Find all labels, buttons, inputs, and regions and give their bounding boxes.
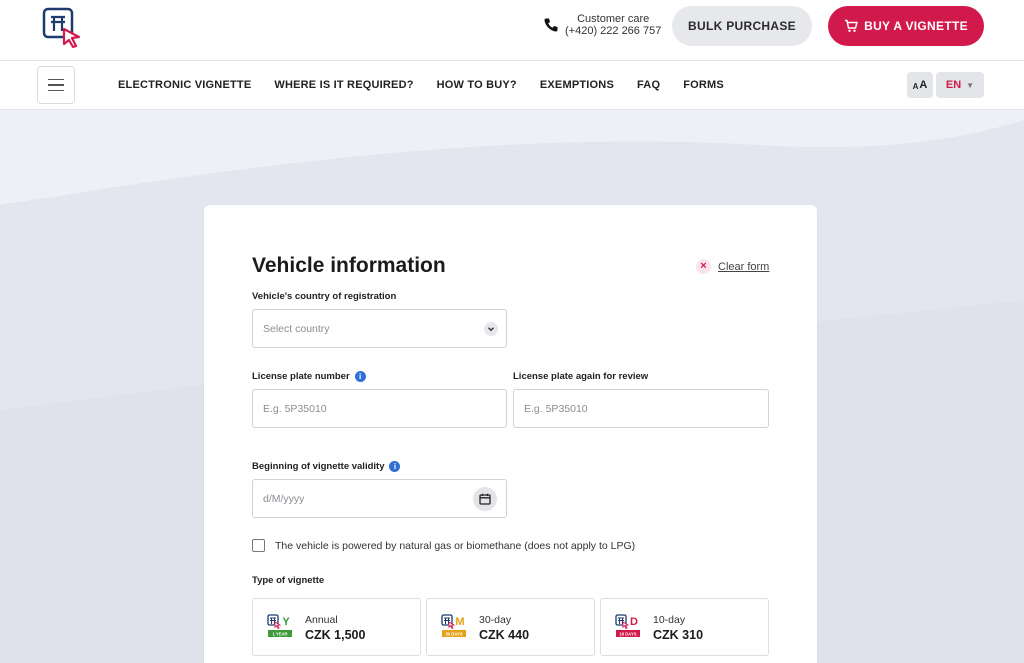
vignette-month-icon: M 30 DAYS xyxy=(441,614,466,637)
gas-checkbox-label: The vehicle is powered by natural gas or… xyxy=(275,539,636,552)
plate-field[interactable] xyxy=(252,389,507,428)
nav-forms[interactable]: FORMS xyxy=(683,79,724,91)
vignette-name: 30-day xyxy=(479,614,512,626)
vignette-day-icon: D 10 DAYS xyxy=(615,614,640,637)
plate-again-field[interactable] xyxy=(513,389,769,428)
gas-checkbox-row[interactable]: The vehicle is powered by natural gas or… xyxy=(252,539,635,552)
plate-again-input[interactable] xyxy=(524,402,768,415)
customer-care[interactable]: Customer care (+420) 222 266 757 xyxy=(543,13,661,37)
vignette-letter: D xyxy=(630,616,638,628)
vignette-price: CZK 440 xyxy=(479,628,530,642)
vignette-type-label-text: Type of vignette xyxy=(252,575,325,586)
plate-again-label-text: License plate again for review xyxy=(513,371,649,382)
plate-label: License plate number i xyxy=(252,371,366,382)
cart-icon xyxy=(845,19,858,32)
vignette-price: CZK 310 xyxy=(653,628,704,642)
form-title: Vehicle information xyxy=(252,254,446,277)
hamburger-icon-line xyxy=(48,78,64,81)
vignette-name: 10-day xyxy=(653,614,686,626)
info-icon[interactable]: i xyxy=(354,371,366,382)
nav-where-required[interactable]: WHERE IS IT REQUIRED? xyxy=(274,79,413,91)
clear-form-button[interactable]: × Clear form xyxy=(696,259,769,274)
vignette-year-icon: Y 1 YEAR xyxy=(267,614,292,637)
vignette-badge: 10 DAYS xyxy=(619,632,636,637)
chevron-down-icon xyxy=(484,322,498,336)
validity-date-input[interactable] xyxy=(263,492,506,505)
info-icon[interactable]: i xyxy=(389,461,401,472)
vignette-badge: 30 DAYS xyxy=(445,632,462,637)
language-select[interactable]: EN ▼ xyxy=(936,72,984,98)
main-nav: ELECTRONIC VIGNETTE WHERE IS IT REQUIRED… xyxy=(0,61,1024,110)
validity-date-field[interactable] xyxy=(252,479,507,518)
country-select-value: Select country xyxy=(263,322,330,335)
calendar-icon[interactable] xyxy=(473,487,497,511)
customer-care-label: Customer care xyxy=(577,13,650,25)
country-label-text: Vehicle's country of registration xyxy=(252,291,397,302)
vignette-letter: Y xyxy=(282,616,290,628)
vehicle-form-card: Vehicle information × Clear form Vehicle… xyxy=(204,205,817,663)
nav-links: ELECTRONIC VIGNETTE WHERE IS IT REQUIRED… xyxy=(118,79,724,91)
plate-label-text: License plate number xyxy=(252,371,350,382)
vignette-name: Annual xyxy=(305,614,338,626)
validity-label-text: Beginning of vignette validity xyxy=(252,461,385,472)
nav-faq[interactable]: FAQ xyxy=(637,79,660,91)
logo-icon[interactable] xyxy=(42,7,82,49)
nav-how-to-buy[interactable]: HOW TO BUY? xyxy=(437,79,517,91)
vignette-price: CZK 1,500 xyxy=(305,628,366,642)
plate-input[interactable] xyxy=(263,402,506,415)
vignette-option-annual[interactable]: Y 1 YEAR Annual CZK 1,500 xyxy=(252,598,421,656)
vignette-option-30-day[interactable]: M 30 DAYS 30-day CZK 440 xyxy=(426,598,595,656)
plate-again-label: License plate again for review xyxy=(513,371,648,382)
bulk-purchase-button[interactable]: BULK PURCHASE xyxy=(672,6,812,46)
buy-vignette-label: BUY A VIGNETTE xyxy=(864,19,968,33)
buy-vignette-button[interactable]: BUY A VIGNETTE xyxy=(828,6,984,46)
vignette-option-10-day[interactable]: D 10 DAYS 10-day CZK 310 xyxy=(600,598,769,656)
vignette-badge: 1 YEAR xyxy=(272,632,287,637)
gas-checkbox[interactable] xyxy=(252,539,265,552)
phone-icon xyxy=(544,18,558,32)
nav-electronic-vignette[interactable]: ELECTRONIC VIGNETTE xyxy=(118,79,251,91)
close-icon: × xyxy=(696,259,711,274)
vignette-letter: M xyxy=(455,616,464,628)
top-header: Customer care (+420) 222 266 757 BULK PU… xyxy=(0,0,1024,61)
language-label: EN xyxy=(945,79,962,91)
hamburger-icon-line xyxy=(48,84,64,86)
nav-exemptions[interactable]: EXEMPTIONS xyxy=(540,79,614,91)
validity-label: Beginning of vignette validity i xyxy=(252,461,401,472)
country-label: Vehicle's country of registration xyxy=(252,291,396,302)
font-size-big-label: A xyxy=(919,79,928,91)
vignette-type-label: Type of vignette xyxy=(252,575,324,586)
chevron-down-icon: ▼ xyxy=(966,80,975,90)
clear-form-label: Clear form xyxy=(718,260,770,273)
font-size-small-label: A xyxy=(912,81,919,91)
country-select[interactable]: Select country xyxy=(252,309,507,348)
font-size-button[interactable]: A A xyxy=(907,72,933,98)
customer-care-phone[interactable]: (+420) 222 266 757 xyxy=(565,25,661,37)
menu-button[interactable] xyxy=(37,66,75,104)
hamburger-icon-line xyxy=(48,89,64,92)
